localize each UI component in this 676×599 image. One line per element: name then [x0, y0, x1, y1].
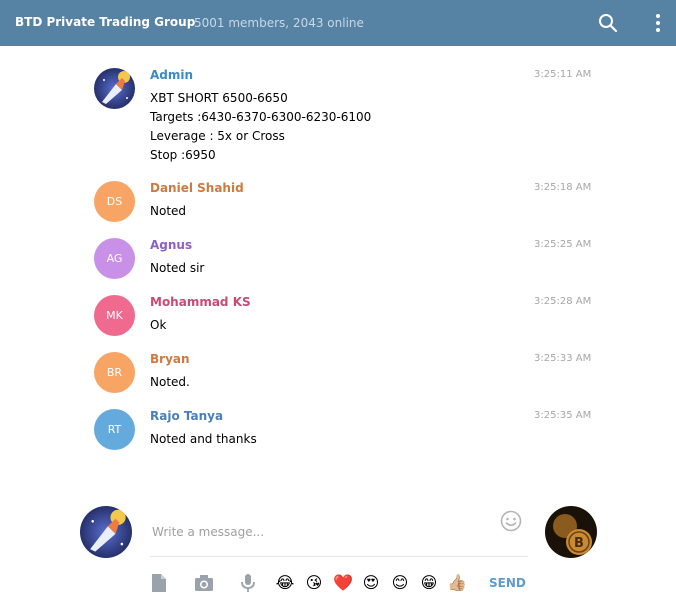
avatar[interactable]: [94, 68, 135, 109]
vertical-dots-icon[interactable]: [650, 13, 666, 33]
message-time: 3:25:33 AM: [534, 353, 592, 364]
rocket-icon: [80, 506, 132, 558]
message-text-line: XBT SHORT 6500-6650: [150, 91, 288, 105]
sender-name[interactable]: Admin: [150, 68, 193, 82]
emoji-smile[interactable]: 😊: [389, 573, 411, 593]
message-text-line: Ok: [150, 318, 167, 332]
message-time: 3:25:11 AM: [534, 69, 592, 80]
sender-name[interactable]: Agnus: [150, 238, 192, 252]
message-text-line: Noted sir: [150, 261, 205, 275]
avatar[interactable]: MK: [94, 295, 135, 336]
message-time: 3:25:18 AM: [534, 182, 592, 193]
emoji-grin[interactable]: 😁: [418, 573, 440, 593]
emoji-heart-eyes[interactable]: 😍: [360, 573, 382, 593]
camera-icon[interactable]: [194, 573, 214, 593]
message-list: Admin 3:25:11 AM XBT SHORT 6500-6650 Tar…: [0, 46, 676, 476]
message-text-line: Leverage : 5x or Cross: [150, 129, 285, 143]
smile-icon[interactable]: [500, 510, 522, 532]
message-text-line: Stop :6950: [150, 148, 216, 162]
my-avatar[interactable]: [80, 506, 132, 558]
emoji-heart[interactable]: ❤️: [332, 573, 354, 593]
emoji-kiss[interactable]: 😘: [303, 573, 325, 593]
sender-name[interactable]: Bryan: [150, 352, 190, 366]
sender-name[interactable]: Rajo Tanya: [150, 409, 223, 423]
avatar[interactable]: BR: [94, 352, 135, 393]
message-input[interactable]: [150, 508, 528, 557]
avatar[interactable]: RT: [94, 409, 135, 450]
bitcoin-avatar[interactable]: B: [545, 506, 597, 558]
emoji-laugh[interactable]: 😂: [274, 573, 296, 593]
message-text-line: Noted: [150, 204, 187, 218]
avatar[interactable]: DS: [94, 181, 135, 222]
message-time: 3:25:25 AM: [534, 239, 592, 250]
message-text-line: Noted and thanks: [150, 432, 257, 446]
message-text-line: Targets :6430-6370-6300-6230-6100: [150, 110, 372, 124]
message-time: 3:25:28 AM: [534, 296, 592, 307]
composer-toolbar: 😂 😘 ❤️ 😍 😊 😁 👍🏼 SEND: [0, 573, 676, 595]
rocket-icon: [94, 68, 135, 109]
chat-subtitle: 5001 members, 2043 online: [194, 16, 364, 30]
bitcoin-icon: B: [545, 506, 597, 558]
message-text-line: Noted.: [150, 375, 190, 389]
svg-text:B: B: [574, 536, 584, 551]
message-composer: B 😂 😘 ❤️ 😍 😊 😁 👍🏼 SEND: [0, 476, 676, 599]
chat-title[interactable]: BTD Private Trading Group: [15, 15, 195, 29]
emoji-thumbs-up[interactable]: 👍🏼: [446, 573, 468, 593]
chat-header: BTD Private Trading Group 5001 members, …: [0, 0, 676, 46]
microphone-icon[interactable]: [238, 573, 258, 593]
message-time: 3:25:35 AM: [534, 410, 592, 421]
avatar[interactable]: AG: [94, 238, 135, 279]
document-icon[interactable]: [149, 573, 169, 593]
search-icon[interactable]: [598, 13, 618, 33]
sender-name[interactable]: Mohammad KS: [150, 295, 251, 309]
send-button[interactable]: SEND: [489, 576, 526, 590]
sender-name[interactable]: Daniel Shahid: [150, 181, 244, 195]
